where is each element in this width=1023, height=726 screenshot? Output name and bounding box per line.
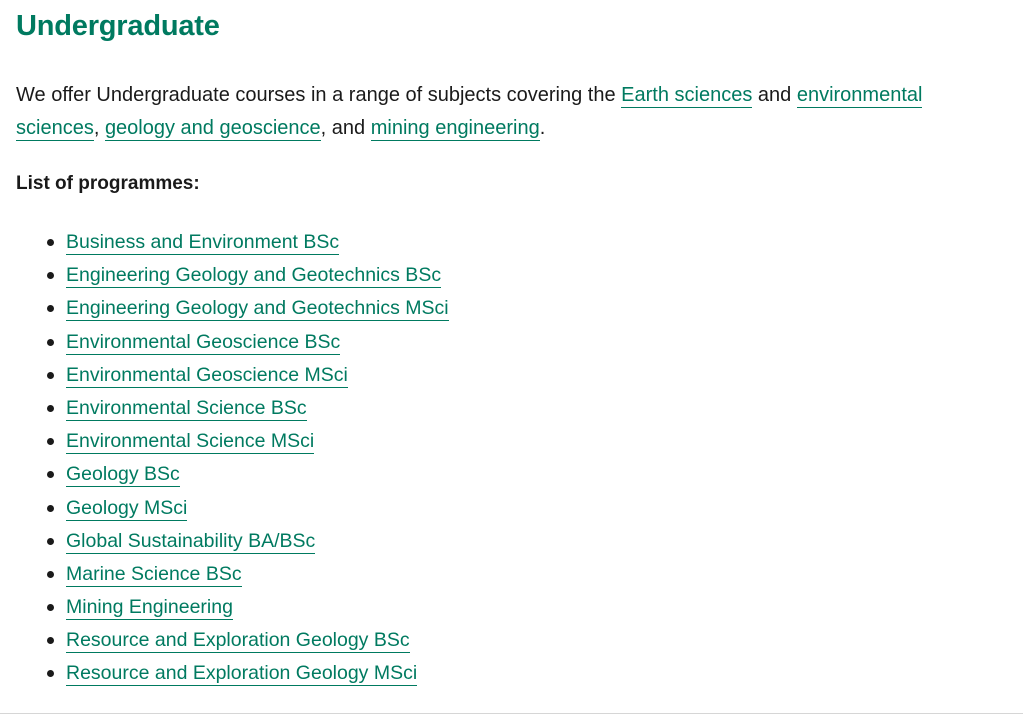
undergraduate-section: Undergraduate We offer Undergraduate cou… — [16, 0, 1006, 691]
list-item: Environmental Geoscience MSci — [47, 359, 1006, 392]
bullet-icon — [47, 537, 54, 545]
section-divider — [0, 713, 1023, 714]
programme-link[interactable]: Environmental Science BSc — [66, 396, 307, 421]
bullet-icon — [47, 604, 54, 612]
programme-link[interactable]: Mining Engineering — [66, 596, 233, 621]
programme-link[interactable]: Marine Science BSc — [66, 562, 242, 587]
list-item: Engineering Geology and Geotechnics MSci — [47, 292, 1006, 325]
bullet-icon — [47, 670, 54, 678]
intro-text: , and — [320, 117, 371, 139]
programme-link[interactable]: Business and Environment BSc — [66, 231, 340, 255]
intro-text: We offer Undergraduate courses in a rang… — [16, 84, 622, 106]
bullet-icon — [47, 471, 54, 479]
programme-link[interactable]: Resource and Exploration Geology BSc — [66, 629, 410, 654]
bullet-icon — [47, 637, 54, 645]
bullet-icon — [47, 305, 54, 313]
bullet-icon — [47, 438, 54, 446]
geology-geoscience-link[interactable]: geology and geoscience — [104, 117, 321, 141]
intro-text: and — [752, 84, 797, 106]
programme-link[interactable]: Environmental Science MSci — [66, 430, 315, 455]
intro-text: . — [539, 117, 546, 139]
programme-link[interactable]: Resource and Exploration Geology MSci — [66, 662, 418, 687]
bullet-icon — [47, 504, 54, 512]
list-item: Engineering Geology and Geotechnics BSc — [47, 259, 1006, 292]
earth-sciences-link[interactable]: Earth sciences — [621, 84, 753, 108]
list-item: Geology BSc — [47, 458, 1006, 491]
programme-link[interactable]: Geology BSc — [66, 463, 180, 488]
programme-link[interactable]: Engineering Geology and Geotechnics BSc — [66, 264, 442, 289]
list-item: Mining Engineering — [47, 591, 1006, 624]
programme-link[interactable]: Global Sustainability BA/BSc — [66, 529, 316, 554]
list-item: Environmental Science BSc — [47, 392, 1006, 425]
intro-text: , — [93, 117, 105, 139]
bullet-icon — [47, 239, 54, 246]
bullet-icon — [47, 404, 54, 412]
programme-link[interactable]: Environmental Geoscience BSc — [66, 330, 341, 355]
mining-engineering-link[interactable]: mining engineering — [370, 117, 540, 141]
list-item: Business and Environment BSc — [47, 226, 1006, 259]
programme-link[interactable]: Environmental Geoscience MSci — [66, 363, 348, 388]
bullet-icon — [47, 272, 54, 280]
bullet-icon — [47, 338, 54, 346]
list-item: Geology MSci — [47, 492, 1006, 525]
programmes-heading: List of programmes: — [16, 173, 200, 194]
list-item: Environmental Geoscience BSc — [47, 326, 1006, 359]
programme-link[interactable]: Geology MSci — [66, 496, 188, 521]
intro-paragraph: We offer Undergraduate courses in a rang… — [16, 79, 1006, 145]
bullet-icon — [47, 570, 54, 578]
list-item: Marine Science BSc — [47, 558, 1006, 591]
list-item: Resource and Exploration Geology BSc — [47, 624, 1006, 657]
list-item: Environmental Science MSci — [47, 425, 1006, 458]
bullet-icon — [47, 371, 54, 379]
section-title: Undergraduate — [16, 10, 220, 42]
programmes-list: Business and Environment BSc Engineering… — [16, 226, 1006, 691]
list-item: Global Sustainability BA/BSc — [47, 525, 1006, 558]
list-item: Resource and Exploration Geology MSci — [47, 657, 1006, 690]
programme-link[interactable]: Engineering Geology and Geotechnics MSci — [66, 297, 449, 322]
